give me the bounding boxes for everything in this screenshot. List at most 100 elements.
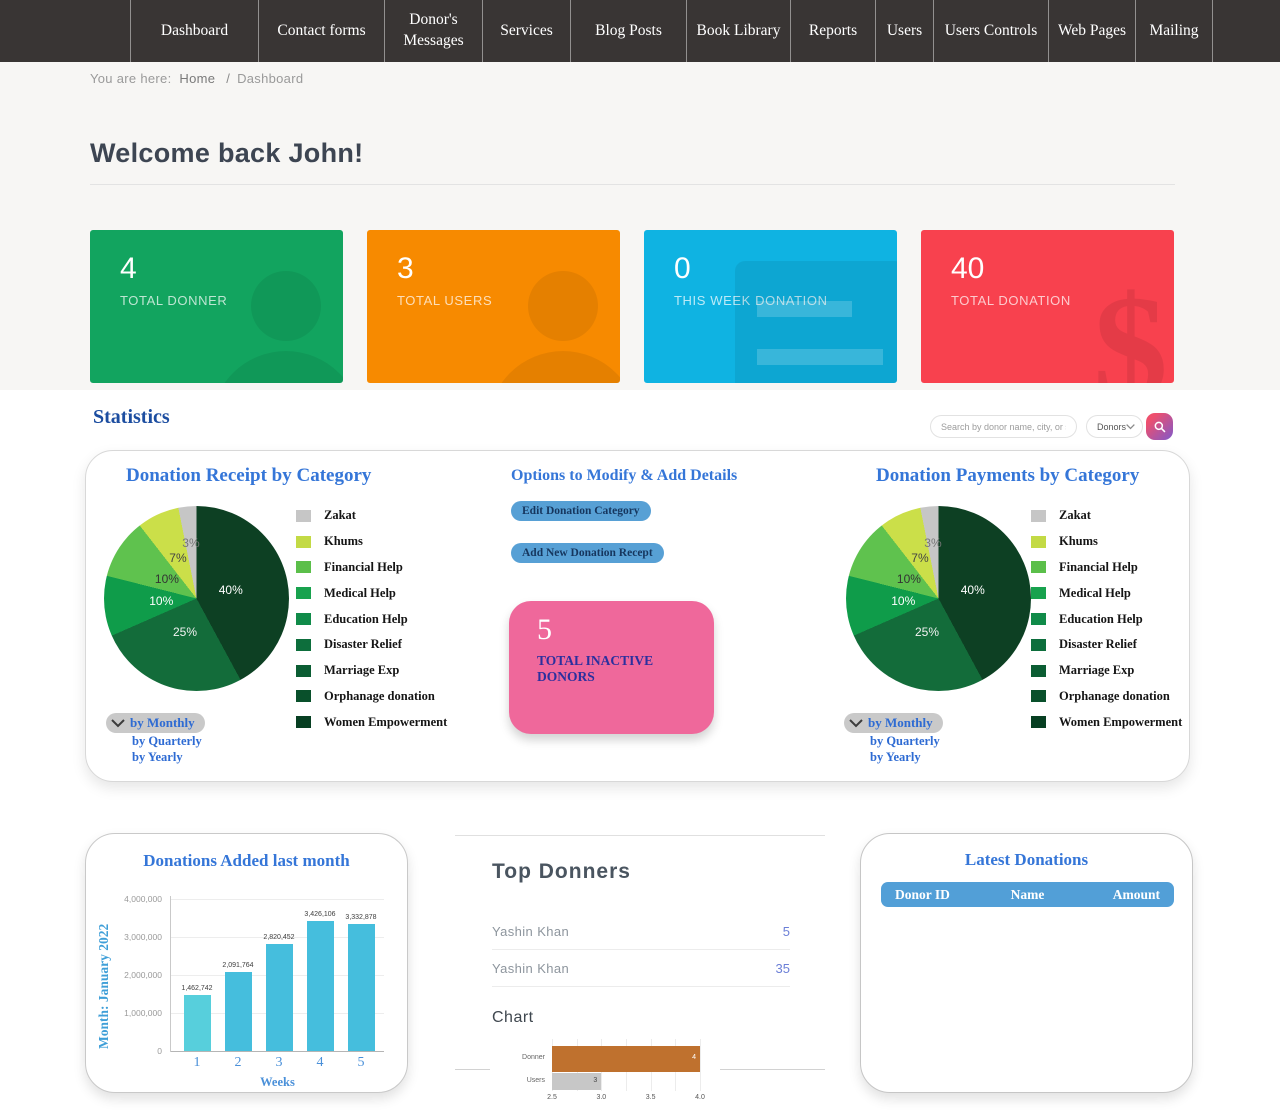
stat-card-total-users[interactable]: 3TOTAL USERS [367,230,620,383]
legend-item-education-help: Education Help [296,606,447,632]
legend-item-financial-help: Financial Help [1031,555,1182,581]
welcome-heading: Welcome back John! [90,138,363,169]
search-input[interactable] [930,415,1077,438]
search-button[interactable] [1146,413,1173,440]
nav-item-users[interactable]: Users [875,0,933,62]
divider [90,184,1175,185]
pie-slice-label: 40% [961,583,985,597]
nav-item-dashboard[interactable]: Dashboard [130,0,258,62]
legend-swatch [296,639,311,651]
payments-filter-dropdown[interactable]: by Monthly [844,713,943,733]
top-donner-row[interactable]: Yashin Khan35 [492,950,790,987]
legend-item-zakat: Zakat [1031,503,1182,529]
stat-card-label: TOTAL DONNER [120,293,343,308]
mini-bar-chart: 432.53.03.54.0DonnerUsers [490,1039,720,1101]
dollar-icon: $ [1093,273,1168,383]
stat-card-total-donner[interactable]: 4TOTAL DONNER [90,230,343,383]
legend-swatch [1031,613,1046,625]
receipt-period-filter: by Monthly by Quarterly by Yearly [106,713,256,765]
stat-card-label: TOTAL DONATION [951,293,1174,308]
nav-item-mailing[interactable]: Mailing [1135,0,1213,62]
filter-option-quarterly[interactable]: by Quarterly [132,734,256,749]
add-donation-receipt-button[interactable]: Add New Donation Recept [511,543,664,563]
donner-value: 5 [783,924,790,939]
legend-swatch [1031,639,1046,651]
filter-option-yearly[interactable]: by Yearly [132,750,256,765]
nav-item-book-library[interactable]: Book Library [686,0,790,62]
nav-item-web-pages[interactable]: Web Pages [1048,0,1135,62]
x-axis-tick: 3 [264,1055,294,1071]
options-section-title: Options to Modify & Add Details [511,467,737,485]
filter-selected-label: by Monthly [130,715,195,731]
edit-donation-category-button[interactable]: Edit Donation Category [511,501,651,521]
mini-bar-donner[interactable]: 4 [552,1046,700,1072]
x-axis-tick: 4 [305,1055,335,1071]
nav-item-users-controls[interactable]: Users Controls [933,0,1048,62]
stat-card-value: 40 [951,252,1174,286]
legend-item-women-empowerment: Women Empowerment [296,709,447,735]
donner-name: Yashin Khan [492,924,569,939]
breadcrumb-home[interactable]: Home [179,71,215,86]
legend-item-medical-help: Medical Help [1031,580,1182,606]
bar-value-label: 2,091,764 [208,962,268,969]
stat-card-total-donation[interactable]: 40 TOTAL DONATION$ [921,230,1174,383]
stat-card-this-week-donation[interactable]: 0THIS WEEK DONATION [644,230,897,383]
mini-chart-plot: 432.53.03.54.0 [552,1039,700,1091]
nav-item-donor-s-messages[interactable]: Donor's Messages [384,0,482,62]
payments-legend: ZakatKhumsFinancial HelpMedical HelpEduc… [1031,503,1182,735]
legend-item-marriage-exp: Marriage Exp [1031,658,1182,684]
breadcrumb: You are here: Home / Dashboard [90,71,303,86]
top-donner-row[interactable]: Yashin Khan 5 [492,913,790,950]
legend-label: Zakat [324,508,356,523]
legend-swatch [296,690,311,702]
nav-item-blog-posts[interactable]: Blog Posts [570,0,686,62]
gridline [700,1039,701,1091]
legend-label: Financial Help [1059,560,1138,575]
receipt-chart-title: Donation Receipt by Category [126,465,371,487]
bar-week-5[interactable] [348,924,375,1051]
y-axis-tick: 1,000,000 [102,1008,162,1018]
pie-slice-label: 25% [173,625,197,639]
breadcrumb-current: Dashboard [237,71,303,86]
donations-chart-title: Donations Added last month [86,851,407,871]
bar-week-4[interactable] [307,921,334,1051]
pie-slice-label: 7% [169,551,186,565]
nav-item-services[interactable]: Services [482,0,570,62]
x-axis-tick: 3.0 [591,1094,611,1101]
column-header-name: Name [983,887,1071,903]
mini-bar-value: 4 [692,1054,696,1061]
bar-value-label: 3,332,878 [331,914,391,921]
pie-slice-label: 10% [897,572,921,586]
search-icon [1153,420,1167,434]
filter-option-quarterly[interactable]: by Quarterly [870,734,994,749]
payments-pie-chart: 40%25%10%10%7%3% [846,506,1031,691]
gridline [171,899,384,900]
latest-donations-title: Latest Donations [861,850,1192,870]
legend-label: Khums [324,534,363,549]
inactive-donors-value: 5 [537,613,714,647]
statistics-title: Statistics [93,406,170,429]
search-filter-select[interactable]: Donors [1086,415,1143,438]
latest-donations-panel: Latest Donations Donor IDNameAmount [860,833,1193,1093]
filter-option-yearly[interactable]: by Yearly [870,750,994,765]
receipt-filter-dropdown[interactable]: by Monthly [106,713,205,733]
legend-label: Zakat [1059,508,1091,523]
legend-label: Orphanage donation [1059,689,1170,704]
bar-week-1[interactable] [184,995,211,1051]
y-axis-tick: 3,000,000 [102,932,162,942]
legend-item-khums: Khums [1031,529,1182,555]
person-icon [211,271,343,383]
breadcrumb-prefix: You are here: [90,71,171,86]
legend-label: Women Empowerment [324,715,447,730]
person-body [211,351,343,383]
nav-item-contact-forms[interactable]: Contact forms [258,0,384,62]
bar-week-2[interactable] [225,972,252,1051]
filter-selected-label: by Monthly [868,715,933,731]
legend-swatch [1031,665,1046,677]
donner-value: 35 [776,961,790,976]
legend-label: Education Help [324,612,408,627]
mini-bar-users[interactable]: 3 [552,1073,601,1090]
nav-item-reports[interactable]: Reports [790,0,875,62]
bar-week-3[interactable] [266,944,293,1051]
inactive-donors-card[interactable]: 5 TOTAL INACTIVE DONORS [509,601,714,734]
